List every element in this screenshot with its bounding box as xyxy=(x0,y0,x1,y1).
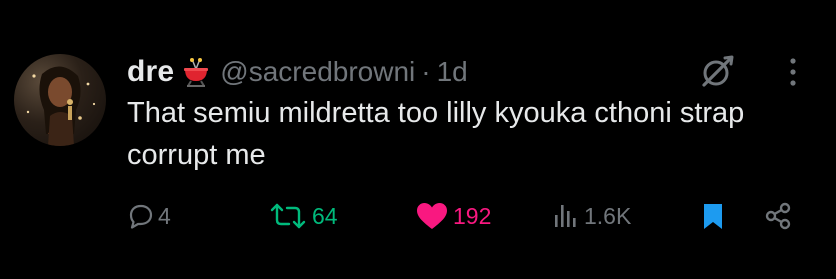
handle[interactable]: @sacredbrowni xyxy=(220,56,415,88)
timestamp[interactable]: 1d xyxy=(437,56,468,88)
avatar[interactable] xyxy=(14,54,106,146)
display-name[interactable]: dre xyxy=(127,55,174,89)
avatar-image xyxy=(26,66,96,146)
like-count: 192 xyxy=(453,202,492,229)
retweet-icon xyxy=(268,202,308,230)
reply-button[interactable]: 4 xyxy=(128,196,171,236)
bookmark-button[interactable] xyxy=(700,196,726,236)
reply-count: 4 xyxy=(158,202,171,229)
tweet[interactable]: dre @sacredbrowni · 1d That semiu mildre… xyxy=(0,0,836,279)
tweet-actions: 4 64 192 1.6K xyxy=(0,196,836,236)
fondue-emoji-icon xyxy=(182,57,210,87)
view-count: 1.6K xyxy=(584,202,632,229)
retweet-button[interactable]: 64 xyxy=(268,196,338,236)
views-button[interactable]: 1.6K xyxy=(552,196,631,236)
separator-dot: · xyxy=(421,56,431,87)
more-icon[interactable] xyxy=(780,54,806,90)
bookmark-icon xyxy=(700,201,726,231)
tweet-text: That semiu mildretta too lilly kyouka ct… xyxy=(127,97,745,171)
reply-icon xyxy=(128,203,154,229)
grok-icon[interactable] xyxy=(697,52,737,92)
analytics-icon xyxy=(552,203,580,229)
share-icon xyxy=(763,201,793,231)
like-button[interactable]: 192 xyxy=(415,196,491,236)
retweet-count: 64 xyxy=(312,202,338,229)
heart-icon xyxy=(415,201,449,231)
share-button[interactable] xyxy=(763,196,793,236)
tweet-header: dre @sacredbrowni · 1d xyxy=(127,52,468,92)
